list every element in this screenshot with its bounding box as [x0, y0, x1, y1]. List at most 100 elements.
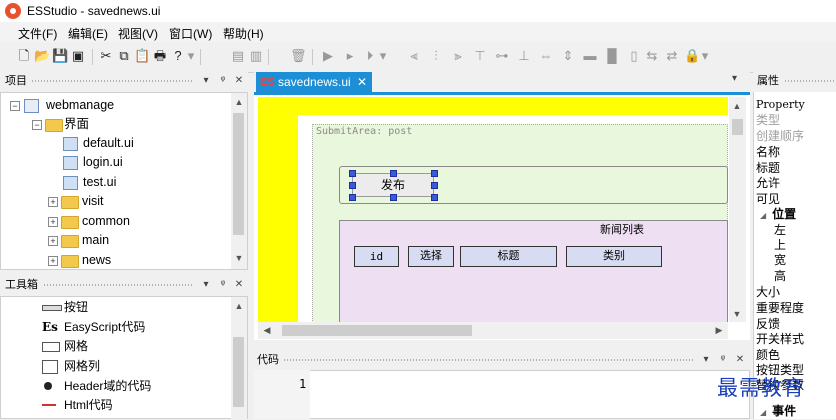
- paste-icon[interactable]: 📋: [134, 48, 150, 64]
- menu-window[interactable]: 窗口(W): [169, 25, 212, 42]
- save-icon[interactable]: 💾: [52, 48, 68, 64]
- collapse-icon[interactable]: −: [32, 120, 42, 130]
- property-row[interactable]: 颜色: [756, 348, 780, 363]
- expand-icon[interactable]: +: [48, 217, 58, 227]
- code-editor[interactable]: [254, 370, 750, 419]
- lock-icon[interactable]: 🔒: [684, 48, 700, 64]
- panel-dropdown-icon[interactable]: ▾: [200, 72, 212, 90]
- property-row[interactable]: ◢ 位置: [760, 207, 796, 222]
- same-size-icon[interactable]: ▬: [582, 48, 598, 64]
- scroll-left-icon[interactable]: ◀: [260, 325, 274, 336]
- property-row[interactable]: 大小: [756, 285, 780, 300]
- panel-dropdown-icon[interactable]: ▾: [200, 276, 212, 294]
- expand-icon[interactable]: +: [48, 236, 58, 246]
- drag-grip[interactable]: [32, 80, 194, 82]
- run-icon[interactable]: ▶: [320, 48, 336, 64]
- cut-icon[interactable]: ✂: [98, 48, 114, 64]
- align-middle-icon[interactable]: ⊶: [494, 48, 510, 64]
- dropdown-icon[interactable]: ▾: [700, 48, 710, 64]
- resize-handle[interactable]: [431, 170, 438, 177]
- property-row[interactable]: 标题: [756, 161, 780, 176]
- split-view-icon[interactable]: ▥: [248, 48, 264, 64]
- property-row[interactable]: 上: [774, 238, 786, 253]
- column-header-id[interactable]: id: [354, 246, 399, 267]
- resize-handle[interactable]: [431, 194, 438, 201]
- scroll-up-icon[interactable]: ▲: [232, 301, 246, 311]
- property-row[interactable]: 可见: [756, 192, 780, 207]
- collapse-icon[interactable]: −: [10, 101, 20, 111]
- scrollbar-thumb[interactable]: [233, 113, 244, 235]
- align-right-icon[interactable]: ⫸: [450, 48, 466, 64]
- same-height-icon[interactable]: ⇕: [560, 48, 576, 64]
- scrollbar-thumb[interactable]: [233, 337, 244, 407]
- print-icon[interactable]: 🖶: [152, 48, 168, 64]
- scroll-right-icon[interactable]: ▶: [712, 325, 726, 336]
- menu-edit[interactable]: 编辑(E): [68, 25, 108, 42]
- scroll-up-icon[interactable]: ▲: [232, 97, 246, 107]
- scroll-up-icon[interactable]: ▲: [730, 101, 744, 111]
- align-center-icon[interactable]: ⫶: [428, 48, 444, 64]
- close-icon[interactable]: ✕: [734, 351, 746, 369]
- project-scrollbar[interactable]: ▲ ▼: [231, 93, 247, 269]
- property-row[interactable]: 重要程度: [756, 301, 804, 316]
- drag-grip[interactable]: [284, 359, 694, 361]
- open-folder-icon[interactable]: 📂: [34, 48, 50, 64]
- close-icon[interactable]: ✕: [233, 72, 245, 90]
- dropdown-icon[interactable]: ▾: [186, 48, 196, 64]
- delete-icon[interactable]: 🗑: [290, 48, 307, 64]
- step-over-icon[interactable]: ⏵: [362, 48, 378, 64]
- document-tab[interactable]: ES savednews.ui ✕: [256, 72, 372, 92]
- property-row[interactable]: 宽: [774, 253, 786, 268]
- column-header-select[interactable]: 选择: [408, 246, 454, 267]
- property-row[interactable]: 反馈: [756, 317, 780, 332]
- new-file-icon[interactable]: 🗋: [16, 48, 32, 64]
- scroll-down-icon[interactable]: ▼: [730, 309, 744, 319]
- step-icon[interactable]: ▸: [342, 48, 358, 64]
- document-vertical-scrollbar[interactable]: ▲ ▼: [729, 97, 746, 322]
- menu-file[interactable]: 文件(F): [18, 25, 57, 42]
- property-row[interactable]: 开关样式: [756, 332, 804, 347]
- scrollbar-thumb[interactable]: [282, 325, 472, 336]
- news-list-table[interactable]: [339, 220, 728, 327]
- property-row[interactable]: 创建顺序: [756, 129, 804, 144]
- send-back-icon[interactable]: ▯: [626, 48, 642, 64]
- scrollbar-thumb[interactable]: [732, 119, 743, 135]
- group-collapse-icon[interactable]: ◢: [760, 211, 766, 220]
- pin-icon[interactable]: ᵠ: [717, 351, 729, 369]
- menu-view[interactable]: 视图(V): [118, 25, 158, 42]
- resize-handle[interactable]: [349, 194, 356, 201]
- pin-icon[interactable]: ᵠ: [217, 72, 229, 90]
- resize-handle[interactable]: [431, 182, 438, 189]
- help-icon[interactable]: ?: [170, 48, 186, 64]
- group-collapse-icon[interactable]: ◢: [760, 408, 766, 417]
- toolbox-scrollbar[interactable]: ▲: [231, 297, 247, 419]
- column-header-title[interactable]: 标题: [460, 246, 557, 267]
- dropdown-icon[interactable]: ▾: [378, 48, 388, 64]
- align-bottom-icon[interactable]: ⊥: [516, 48, 532, 64]
- resize-handle[interactable]: [390, 194, 397, 201]
- close-tab-icon[interactable]: ✕: [357, 72, 367, 92]
- close-icon[interactable]: ✕: [233, 276, 245, 294]
- tab-list-dropdown-icon[interactable]: ▾: [732, 73, 737, 84]
- resize-handle[interactable]: [349, 182, 356, 189]
- panel-dropdown-icon[interactable]: ▾: [700, 351, 712, 369]
- property-row[interactable]: 名称: [756, 145, 780, 160]
- column-header-category[interactable]: 类别: [566, 246, 662, 267]
- expand-icon[interactable]: +: [48, 256, 58, 266]
- pin-icon[interactable]: ᵠ: [217, 276, 229, 294]
- property-row[interactable]: 左: [774, 223, 786, 238]
- property-row[interactable]: 高: [774, 269, 786, 284]
- expand-icon[interactable]: +: [48, 197, 58, 207]
- align-left-icon[interactable]: ⫷: [406, 48, 422, 64]
- resize-handle[interactable]: [349, 170, 356, 177]
- tab-order-icon[interactable]: ⇆: [644, 48, 660, 64]
- property-row[interactable]: 允许: [756, 176, 780, 191]
- property-row[interactable]: ◢ 事件: [760, 404, 796, 419]
- tab-order-reverse-icon[interactable]: ⇄: [664, 48, 680, 64]
- menu-help[interactable]: 帮助(H): [223, 25, 264, 42]
- drag-grip[interactable]: [44, 284, 194, 286]
- design-view-icon[interactable]: ▤: [230, 48, 246, 64]
- scroll-down-icon[interactable]: ▼: [232, 253, 246, 263]
- drag-grip[interactable]: [785, 80, 835, 82]
- copy-icon[interactable]: ⧉: [116, 48, 132, 64]
